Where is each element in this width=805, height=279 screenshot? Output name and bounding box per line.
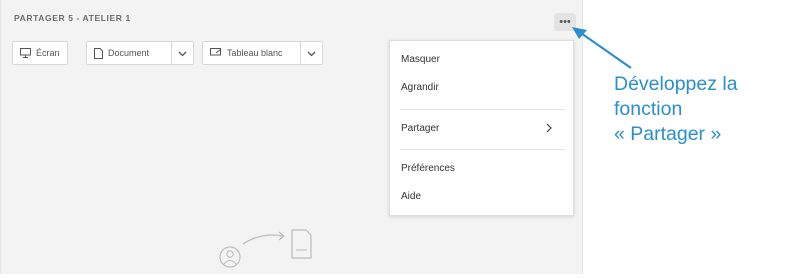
callout-line: Développez la xyxy=(614,73,738,95)
document-dropdown-button[interactable] xyxy=(171,41,194,65)
callout-arrow xyxy=(567,20,637,80)
menu-item-share[interactable]: Partager xyxy=(401,123,564,134)
document-icon xyxy=(94,47,103,59)
share-whiteboard-button[interactable]: Tableau blanc xyxy=(202,41,304,65)
pod-options-menu: Masquer Agrandir Partager Préférences Ai… xyxy=(389,40,574,216)
callout-text: Développez la fonction « Partager » xyxy=(614,72,805,147)
share-document-label: Document xyxy=(108,48,150,58)
whiteboard-icon xyxy=(210,48,222,58)
callout-line: « Partager » xyxy=(614,123,722,145)
share-document-button[interactable]: Document xyxy=(86,41,176,65)
menu-separator xyxy=(400,149,565,150)
pod-title: PARTAGER 5 - ATELIER 1 xyxy=(14,13,131,23)
menu-item-help[interactable]: Aide xyxy=(401,191,421,202)
chevron-right-icon xyxy=(546,123,552,136)
chevron-down-icon xyxy=(178,44,187,62)
share-screen-button[interactable]: Écran xyxy=(12,41,68,65)
menu-item-hide[interactable]: Masquer xyxy=(401,54,440,65)
share-screen-label: Écran xyxy=(36,48,60,58)
menu-item-preferences[interactable]: Préférences xyxy=(401,163,455,174)
menu-separator xyxy=(400,109,565,110)
share-placeholder-illustration xyxy=(213,224,333,279)
callout-line: fonction xyxy=(614,98,683,120)
monitor-icon xyxy=(20,48,31,58)
menu-item-maximize[interactable]: Agrandir xyxy=(401,82,439,93)
share-whiteboard-label: Tableau blanc xyxy=(227,48,283,58)
pod-header: PARTAGER 5 - ATELIER 1 ••• xyxy=(1,0,584,38)
chevron-down-icon xyxy=(307,44,316,62)
whiteboard-dropdown-button[interactable] xyxy=(300,41,323,65)
menu-item-share-label: Partager xyxy=(401,123,440,134)
